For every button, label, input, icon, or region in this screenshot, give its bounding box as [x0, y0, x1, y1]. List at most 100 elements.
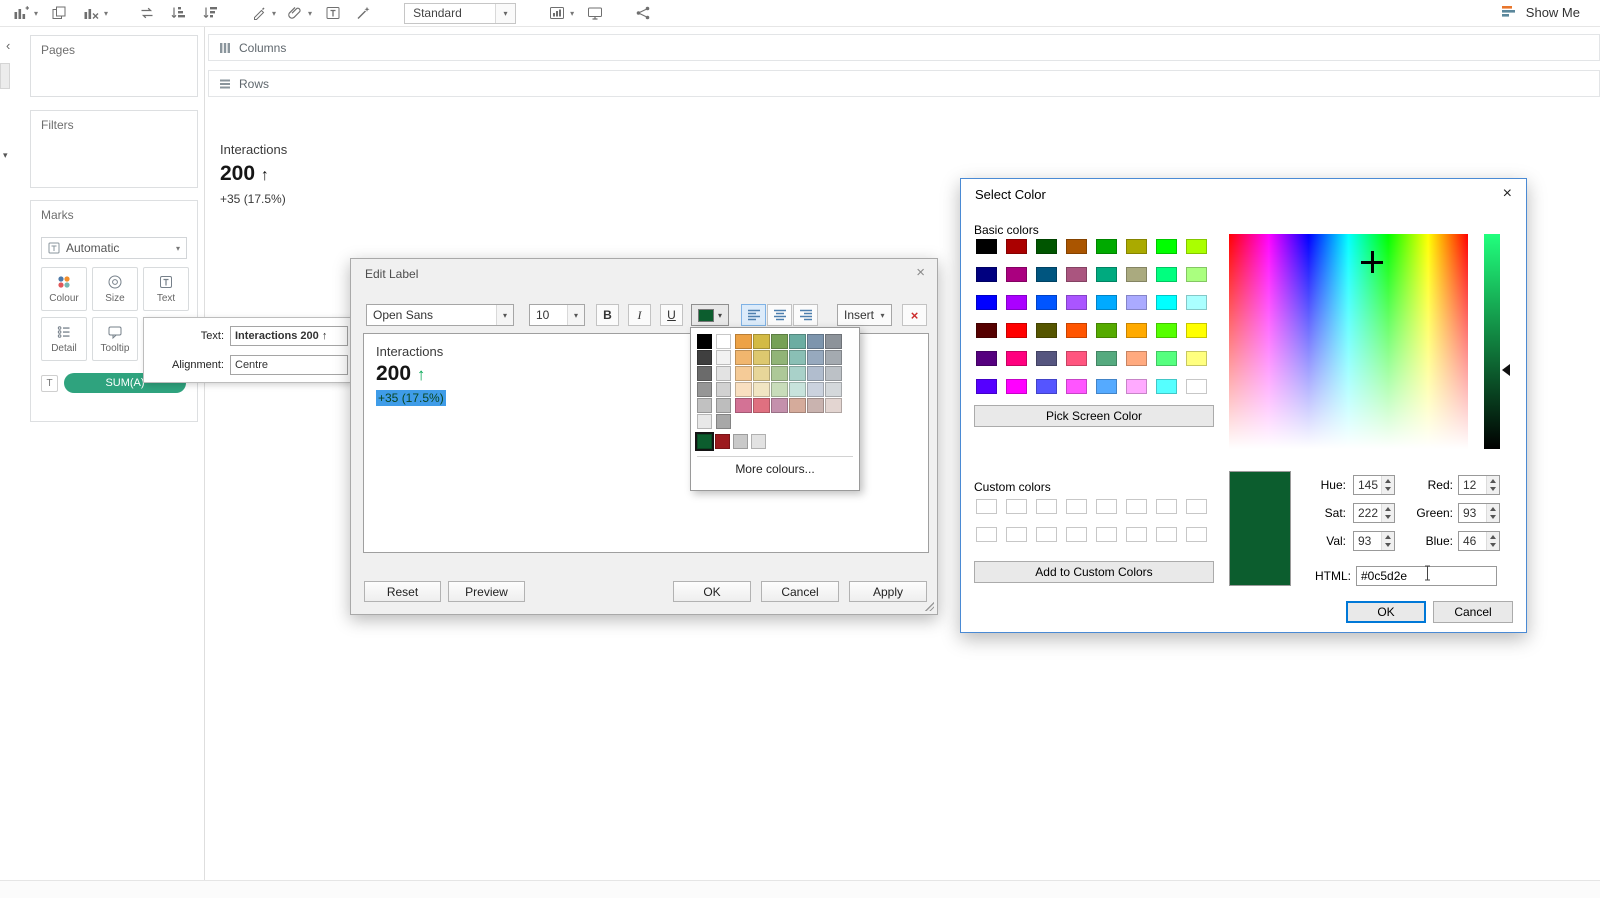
close-icon[interactable]: ×: [916, 264, 925, 281]
value-slider-arrow[interactable]: [1502, 364, 1510, 376]
color-swatch[interactable]: [807, 382, 824, 397]
color-swatch[interactable]: [1006, 499, 1027, 514]
group-members-icon[interactable]: [284, 2, 306, 24]
duplicate-icon[interactable]: [48, 2, 70, 24]
color-swatch[interactable]: [753, 350, 770, 365]
preview-button[interactable]: Preview: [448, 581, 525, 602]
collapsed-card-tab[interactable]: [0, 63, 10, 89]
color-swatch[interactable]: [1096, 499, 1117, 514]
color-crosshair[interactable]: [1361, 251, 1383, 273]
select-color-titlebar[interactable]: Select Color ×: [961, 179, 1526, 207]
color-swatch[interactable]: [753, 382, 770, 397]
pick-screen-color-button[interactable]: Pick Screen Color: [974, 405, 1214, 427]
more-colours-link[interactable]: More colours...: [691, 457, 859, 482]
color-swatch[interactable]: [1156, 295, 1177, 310]
font-size-select[interactable]: 10 ▾: [529, 304, 585, 326]
color-swatch[interactable]: [1066, 323, 1087, 338]
color-swatch[interactable]: [1066, 239, 1087, 254]
color-swatch[interactable]: [825, 398, 842, 413]
cancel-button[interactable]: Cancel: [1433, 601, 1513, 623]
red-spin-buttons[interactable]: [1486, 476, 1499, 494]
color-swatch[interactable]: [771, 350, 788, 365]
color-swatch[interactable]: [789, 350, 806, 365]
new-worksheet-icon[interactable]: [10, 2, 32, 24]
rail-caret-icon[interactable]: ▾: [3, 150, 8, 161]
color-swatch[interactable]: [735, 398, 752, 413]
add-custom-colors-button[interactable]: Add to Custom Colors: [974, 561, 1214, 583]
color-swatch[interactable]: [1066, 499, 1087, 514]
color-swatch[interactable]: [1006, 379, 1027, 394]
presentation-mode-icon[interactable]: [584, 2, 606, 24]
color-swatch[interactable]: [825, 350, 842, 365]
color-swatch[interactable]: [807, 350, 824, 365]
highlight-caret-icon[interactable]: ▾: [272, 9, 276, 18]
size-button[interactable]: Size: [92, 267, 138, 311]
clear-sheet-icon[interactable]: [80, 2, 102, 24]
clear-formatting-button[interactable]: ×: [902, 304, 927, 326]
sort-descending-icon[interactable]: [200, 2, 222, 24]
alignment-field-value[interactable]: Centre: [230, 355, 348, 375]
color-swatch[interactable]: [1126, 379, 1147, 394]
color-swatch[interactable]: [1096, 323, 1117, 338]
color-swatch[interactable]: [716, 414, 731, 429]
color-swatch[interactable]: [1036, 295, 1057, 310]
color-swatch[interactable]: [1066, 379, 1087, 394]
color-swatch[interactable]: [976, 379, 997, 394]
color-swatch[interactable]: [1126, 239, 1147, 254]
color-swatch[interactable]: [825, 334, 842, 349]
collapse-pane-icon[interactable]: ‹: [6, 38, 10, 53]
color-swatch[interactable]: [751, 434, 766, 449]
text-button[interactable]: Text: [143, 267, 189, 311]
color-swatch[interactable]: [1186, 267, 1207, 282]
color-swatch[interactable]: [1186, 239, 1207, 254]
color-swatch[interactable]: [1156, 379, 1177, 394]
val-spin-buttons[interactable]: [1381, 532, 1394, 550]
insert-menu-button[interactable]: Insert ▾: [837, 304, 892, 326]
color-swatch[interactable]: [1096, 351, 1117, 366]
fit-selector[interactable]: Standard ▾: [404, 2, 517, 24]
color-swatch[interactable]: [1036, 499, 1057, 514]
color-swatch[interactable]: [1066, 267, 1087, 282]
color-swatch[interactable]: [1156, 323, 1177, 338]
color-swatch[interactable]: [1156, 499, 1177, 514]
color-swatch[interactable]: [1096, 379, 1117, 394]
color-swatch[interactable]: [976, 267, 997, 282]
color-swatch[interactable]: [1066, 527, 1087, 542]
text-mark-chip-icon[interactable]: T: [41, 374, 58, 392]
sat-spinbox[interactable]: 222: [1353, 503, 1395, 523]
italic-button[interactable]: I: [628, 304, 651, 326]
color-swatch[interactable]: [753, 398, 770, 413]
red-spinbox[interactable]: 12: [1458, 475, 1500, 495]
font-family-select[interactable]: Open Sans ▾: [366, 304, 514, 326]
color-swatch[interactable]: [976, 239, 997, 254]
color-swatch[interactable]: [1156, 239, 1177, 254]
show-hide-cards-icon[interactable]: [546, 2, 568, 24]
mark-type-select[interactable]: Automatic ▾: [41, 237, 187, 259]
color-swatch[interactable]: [807, 398, 824, 413]
group-members-caret-icon[interactable]: ▾: [308, 9, 312, 18]
edit-label-titlebar[interactable]: Edit Label ×: [351, 259, 937, 289]
ok-button[interactable]: OK: [673, 581, 751, 602]
color-swatch[interactable]: [1126, 295, 1147, 310]
color-swatch[interactable]: [735, 350, 752, 365]
green-spin-buttons[interactable]: [1486, 504, 1499, 522]
color-swatch[interactable]: [789, 398, 806, 413]
color-swatch[interactable]: [1156, 351, 1177, 366]
color-swatch[interactable]: [789, 366, 806, 381]
color-swatch[interactable]: [716, 366, 731, 381]
share-icon[interactable]: [632, 2, 654, 24]
filters-card[interactable]: Filters: [30, 110, 198, 188]
color-swatch[interactable]: [697, 398, 712, 413]
sat-spin-buttons[interactable]: [1381, 504, 1394, 522]
color-swatch[interactable]: [697, 382, 712, 397]
columns-shelf[interactable]: [339, 34, 1600, 61]
highlight-icon[interactable]: [248, 2, 270, 24]
show-mark-labels-icon[interactable]: [322, 2, 344, 24]
colour-button[interactable]: Colour: [41, 267, 87, 311]
color-swatch[interactable]: [771, 334, 788, 349]
color-swatch[interactable]: [1036, 379, 1057, 394]
hue-saturation-picker[interactable]: [1229, 234, 1468, 449]
swap-rows-columns-icon[interactable]: [136, 2, 158, 24]
show-hide-cards-caret-icon[interactable]: ▾: [570, 9, 574, 18]
font-color-button[interactable]: ▾: [691, 304, 729, 326]
